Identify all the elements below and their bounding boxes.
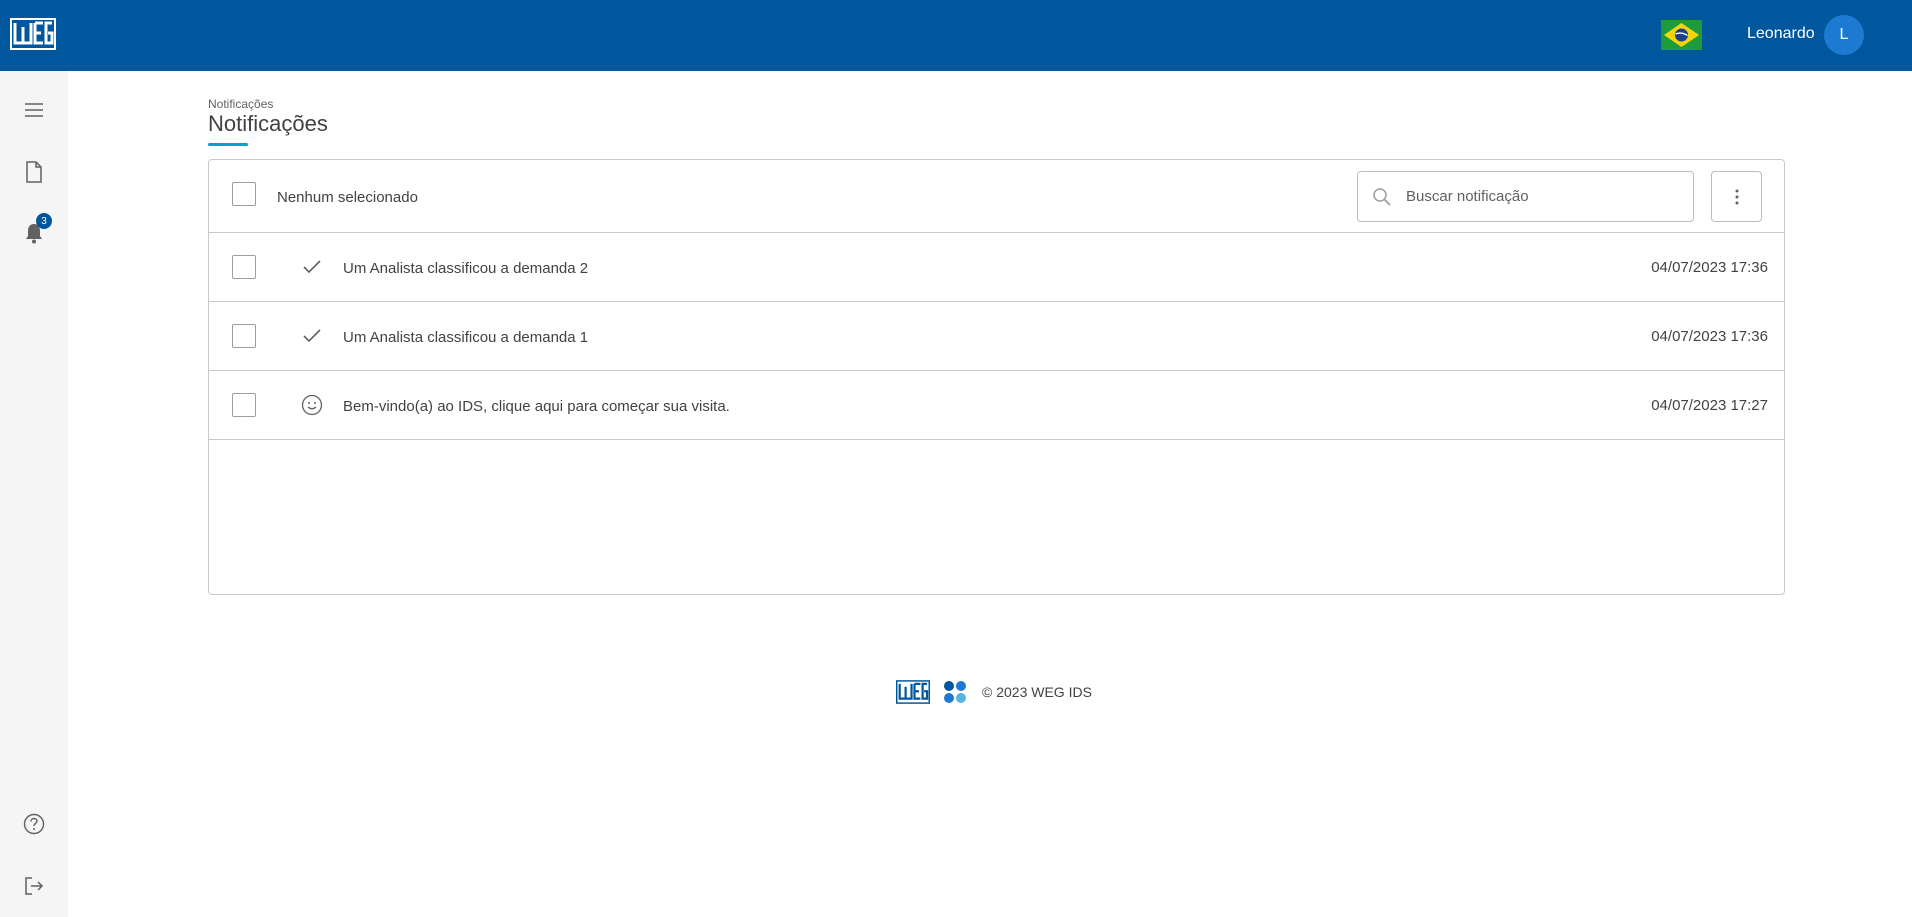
ids-logo — [944, 681, 966, 703]
row-checkbox[interactable] — [232, 255, 256, 279]
page-title: Notificações — [208, 111, 328, 136]
select-all-checkbox[interactable] — [232, 182, 256, 206]
document-icon — [26, 161, 42, 183]
notification-row[interactable]: Um Analista classificou a demanda 1 04/0… — [209, 302, 1784, 371]
weg-logo[interactable] — [10, 18, 56, 50]
user-name[interactable]: Leonardo — [1747, 25, 1815, 43]
title-underline — [208, 143, 248, 146]
footer: © 2023 WEG IDS — [896, 679, 1092, 705]
copyright-text: © 2023 WEG IDS — [982, 684, 1092, 700]
notification-badge: 3 — [36, 213, 52, 229]
sidebar-item-help[interactable] — [19, 809, 49, 839]
notification-text: Um Analista classificou a demanda 2 — [343, 260, 589, 277]
check-icon — [300, 324, 324, 348]
notifications-panel: Nenhum selecionado Um Analista classific… — [208, 159, 1785, 595]
brazil-flag-icon[interactable] — [1661, 20, 1702, 50]
help-icon — [23, 813, 45, 835]
breadcrumb: Notificações — [208, 97, 274, 111]
more-vert-icon — [1735, 189, 1738, 204]
avatar-initial: L — [1839, 26, 1849, 43]
search-input[interactable] — [1406, 172, 1686, 221]
more-options-button[interactable] — [1711, 171, 1762, 222]
notification-date: 04/07/2023 17:27 — [1651, 397, 1768, 414]
panel-toolbar: Nenhum selecionado — [209, 160, 1784, 233]
check-icon — [300, 255, 324, 279]
weg-logo-footer — [896, 680, 930, 704]
notification-date: 04/07/2023 17:36 — [1651, 259, 1768, 276]
logout-icon — [25, 877, 44, 895]
notification-row[interactable]: Um Analista classificou a demanda 2 04/0… — [209, 233, 1784, 302]
search-icon — [1373, 188, 1391, 206]
row-checkbox[interactable] — [232, 324, 256, 348]
menu-button[interactable] — [19, 95, 49, 125]
sidebar-item-notifications[interactable]: 3 — [19, 213, 52, 248]
notification-text: Bem-vindo(a) ao IDS, clique aqui para co… — [343, 398, 730, 415]
selection-label: Nenhum selecionado — [277, 189, 418, 206]
smiley-icon — [300, 393, 324, 417]
notification-text: Um Analista classificou a demanda 1 — [343, 329, 589, 346]
sidebar: 3 — [0, 71, 68, 917]
menu-icon — [25, 103, 43, 117]
top-bar: Leonardo L — [0, 0, 1912, 71]
search-box[interactable] — [1357, 171, 1694, 222]
row-checkbox[interactable] — [232, 393, 256, 417]
avatar[interactable]: L — [1824, 15, 1864, 55]
notification-row[interactable]: Bem-vindo(a) ao IDS, clique aqui para co… — [209, 371, 1784, 440]
sidebar-item-documents[interactable] — [19, 157, 49, 187]
sidebar-item-logout[interactable] — [19, 871, 49, 901]
notification-date: 04/07/2023 17:36 — [1651, 328, 1768, 345]
